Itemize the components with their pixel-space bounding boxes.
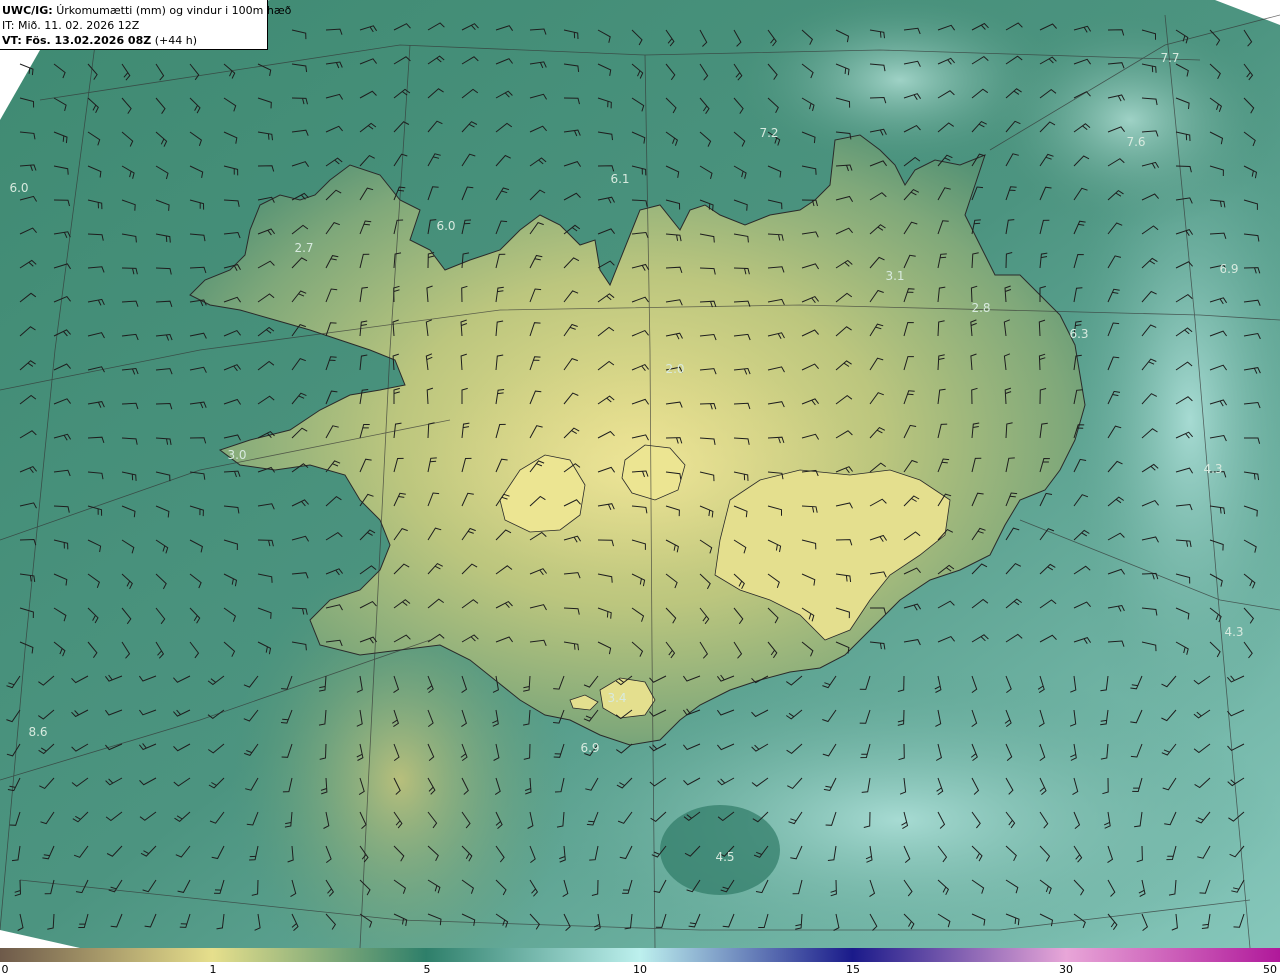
product-title: Úrkomumætti (mm) og vindur i 100m hæð — [56, 4, 292, 17]
lead-time: (+44 h) — [154, 34, 197, 47]
scale-tick: 1 — [209, 963, 217, 976]
scale-tick: 15 — [846, 963, 860, 976]
valid-time-row: VT: Fös. 13.02.2026 08Z (+44 h) — [2, 33, 267, 48]
scale-tick: 5 — [423, 963, 431, 976]
product-code: UWC/IG: — [2, 4, 53, 17]
valid-time-label: VT: — [2, 34, 22, 47]
color-scale-bar — [0, 948, 1280, 962]
precipitation-wind-map — [0, 0, 1280, 948]
north-sea-shade — [980, 10, 1280, 230]
initial-time: IT: Mið. 11. 02. 2026 12Z — [2, 19, 140, 32]
scale-tick: 50 — [1263, 963, 1277, 976]
scale-tick: 10 — [633, 963, 647, 976]
color-scale: 0 1 5 10 15 30 50 — [0, 948, 1280, 978]
scale-tick: 30 — [1059, 963, 1073, 976]
scale-tick: 0 — [1, 963, 9, 976]
valid-time-value: Fös. 13.02.2026 08Z — [25, 34, 152, 47]
header-title-row: UWC/IG: Úrkomumætti (mm) og vindur i 100… — [2, 3, 291, 18]
map-info-box: UWC/IG: Úrkomumætti (mm) og vindur i 100… — [0, 0, 291, 50]
